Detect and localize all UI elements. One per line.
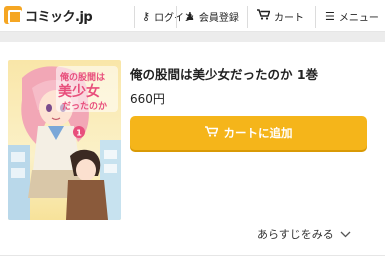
cover-title-line3: だったのか	[62, 101, 107, 112]
book-cover[interactable]: 俺の股間は 美少女 だったのか 1	[8, 60, 121, 220]
site-header: コミック.jp ⚷ ログイン ♟ 会員登録 カート ☰ メニュー	[0, 0, 385, 32]
nav-signup-label: 会員登録	[198, 12, 239, 24]
key-icon: ⚷	[142, 9, 151, 23]
user-icon: ♟	[185, 9, 195, 23]
nav-divider	[247, 6, 248, 28]
nav-menu-label: メニュー	[338, 12, 379, 24]
add-to-cart-label: カートに追加	[223, 126, 293, 140]
synopsis-label: あらすじをみる	[257, 228, 334, 241]
synopsis-toggle[interactable]: あらすじをみる	[257, 226, 351, 242]
product-title: 俺の股間は美少女だったのか 1巻	[130, 67, 319, 82]
nav-divider	[315, 6, 316, 28]
nav-divider	[134, 6, 135, 28]
nav-divider	[176, 6, 177, 28]
header-band	[0, 32, 385, 42]
cover-title-line1: 俺の股間は	[59, 71, 105, 83]
divider	[0, 255, 385, 256]
nav-signup[interactable]: ♟ 会員登録	[185, 0, 239, 32]
cart-icon	[257, 9, 271, 23]
cover-title-line2: 美少女	[58, 83, 100, 100]
product-price: 660円	[130, 92, 165, 106]
hamburger-icon: ☰	[325, 9, 335, 23]
add-to-cart-button[interactable]: カートに追加	[130, 116, 367, 150]
cover-volume-badge: 1	[76, 129, 82, 138]
cart-icon	[204, 126, 219, 140]
logo-text: コミック.jp	[25, 9, 93, 25]
nav-cart[interactable]: カート	[257, 0, 304, 32]
logo-icon	[4, 6, 22, 24]
nav-cart-label: カート	[274, 12, 304, 24]
site-logo[interactable]: コミック.jp	[4, 5, 93, 25]
nav-menu[interactable]: ☰ メニュー	[325, 0, 379, 32]
chevron-down-icon	[340, 228, 351, 241]
